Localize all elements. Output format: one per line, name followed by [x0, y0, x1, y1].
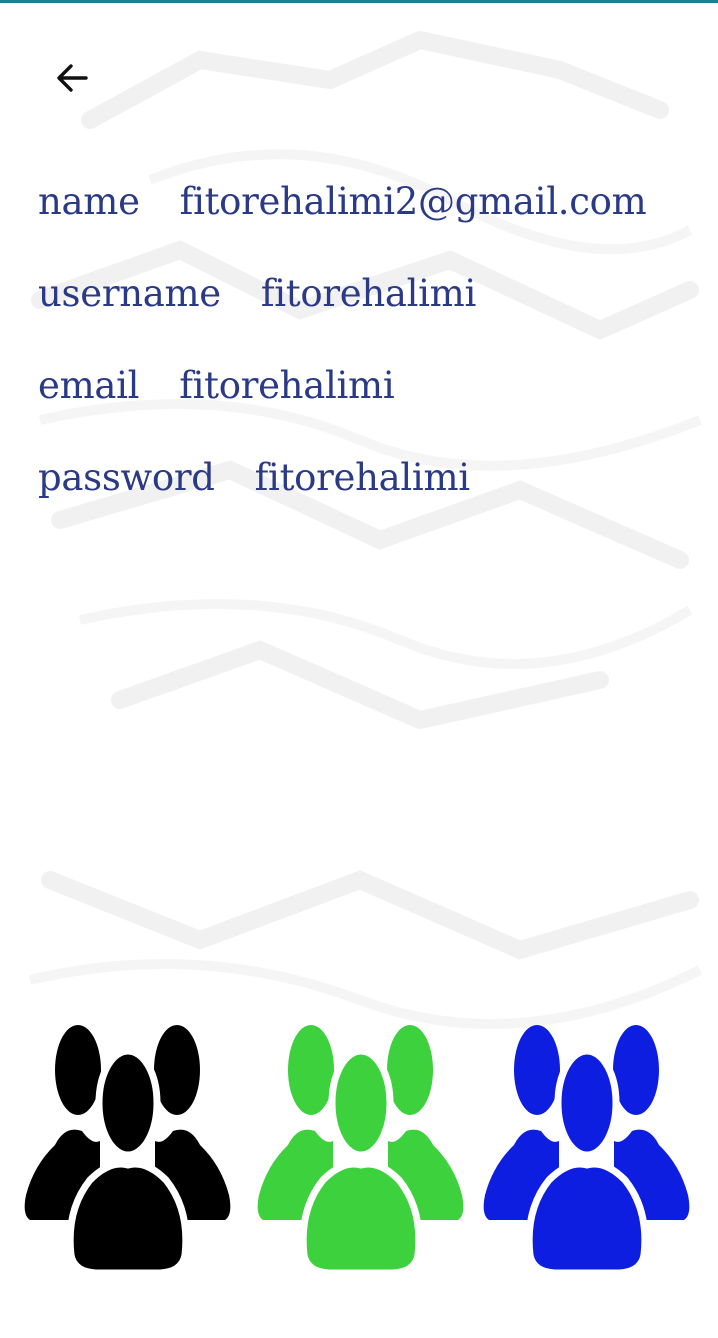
name-label: name: [38, 179, 140, 223]
group-icons: [0, 1015, 718, 1285]
password-label: password: [38, 455, 215, 499]
username-label: username: [38, 271, 221, 315]
profile-row-username: username fitorehalimi: [38, 247, 646, 339]
arrow-left-icon: [57, 64, 88, 92]
users-group-icon-green: [258, 1025, 464, 1273]
profile-details: name fitorehalimi2@gmail.com username fi…: [38, 155, 647, 523]
profile-row-name: name fitorehalimi2@gmail.com: [38, 155, 647, 247]
users-group-icon-black: [25, 1025, 231, 1273]
profile-row-email: email fitorehalimi: [38, 339, 646, 431]
password-value: fitorehalimi: [254, 455, 470, 499]
profile-row-password: password fitorehalimi: [38, 431, 646, 523]
username-value: fitorehalimi: [260, 271, 477, 315]
users-group-icon-blue: [484, 1025, 690, 1273]
name-value: fitorehalimi2@gmail.com: [179, 179, 647, 223]
email-label: email: [38, 363, 140, 407]
status-bar-accent: [0, 0, 718, 3]
back-button[interactable]: [44, 50, 100, 106]
email-value: fitorehalimi: [179, 363, 395, 407]
